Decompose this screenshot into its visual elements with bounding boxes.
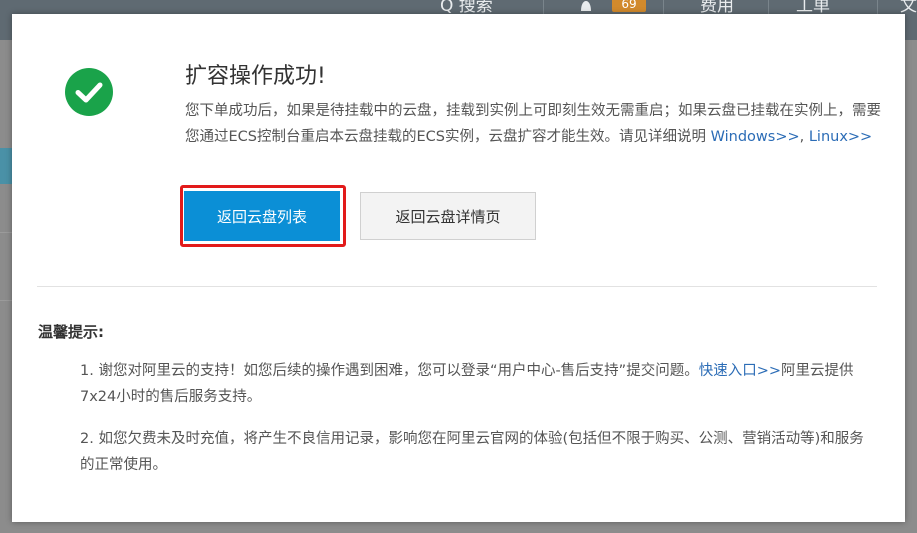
- tip-item: 1. 谢您对阿里云的支持！如您后续的操作遇到困难，您可以登录“用户中心-售后支持…: [80, 358, 870, 410]
- topbar-divider: [768, 0, 769, 14]
- tip-text: 2. 如您欠费未及时充值，将产生不良信用记录，影响您在阿里云官网的体验(包括但不…: [80, 431, 864, 473]
- link-separator: ,: [799, 129, 809, 145]
- back-to-disk-list-button[interactable]: 返回云盘列表: [184, 191, 340, 241]
- dialog-title: 扩容操作成功!: [185, 64, 326, 89]
- windows-help-link[interactable]: Windows>>: [711, 129, 800, 145]
- notice-count-badge: 69: [612, 0, 646, 12]
- tip-text: 1. 谢您对阿里云的支持！如您后续的操作遇到困难，您可以登录“用户中心-售后支持…: [80, 363, 699, 379]
- tips-title: 温馨提示:: [38, 323, 104, 341]
- topbar-divider: [543, 0, 544, 14]
- topbar-divider: [877, 0, 878, 14]
- tips-list: 1. 谢您对阿里云的支持！如您后续的操作遇到困难，您可以登录“用户中心-售后支持…: [80, 358, 870, 494]
- background-divider: [0, 300, 12, 301]
- back-to-disk-detail-button[interactable]: 返回云盘详情页: [360, 192, 536, 240]
- quick-entry-link[interactable]: 快速入口>>: [699, 363, 781, 379]
- background-sidebar-accent: [0, 148, 12, 184]
- topbar-divider: [663, 0, 664, 14]
- background-divider: [0, 232, 12, 233]
- tip-item: 2. 如您欠费未及时充值，将产生不良信用记录，影响您在阿里云官网的体验(包括但不…: [80, 426, 870, 478]
- section-divider: [37, 286, 877, 287]
- success-dialog: 扩容操作成功! 您下单成功后，如果是待挂载中的云盘，挂载到实例上可即刻生效无需重…: [12, 14, 905, 522]
- dialog-description: 您下单成功后，如果是待挂载中的云盘，挂载到实例上可即刻生效无需重启；如果云盘已挂…: [185, 98, 885, 150]
- linux-help-link[interactable]: Linux>>: [809, 129, 872, 145]
- check-circle-icon: [65, 68, 113, 116]
